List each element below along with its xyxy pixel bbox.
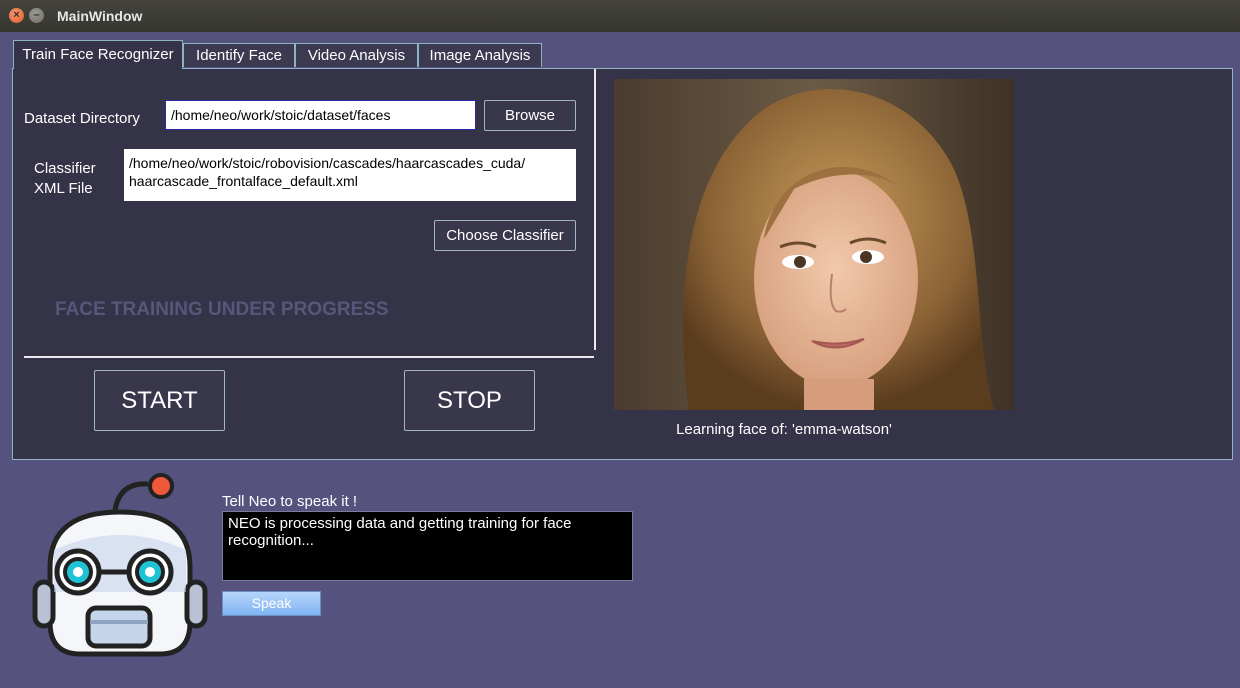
tab-video-analysis[interactable]: Video Analysis xyxy=(295,43,418,67)
minimize-window-button[interactable]: – xyxy=(29,8,44,23)
training-status-text: FACE TRAINING UNDER PROGRESS xyxy=(55,299,389,320)
train-panel: Dataset Directory /home/neo/work/stoic/d… xyxy=(12,68,1233,460)
tab-identify-face[interactable]: Identify Face xyxy=(183,43,295,67)
title-bar: × – MainWindow xyxy=(0,0,1240,32)
dataset-directory-input[interactable]: /home/neo/work/stoic/dataset/faces xyxy=(165,100,476,130)
dataset-directory-label: Dataset Directory xyxy=(24,110,140,127)
close-window-button[interactable]: × xyxy=(9,8,24,23)
classifier-label-line1: Classifier xyxy=(34,160,96,177)
stop-button[interactable]: STOP xyxy=(404,370,535,431)
window-title: MainWindow xyxy=(57,8,143,24)
classifier-label: Classifier XML File xyxy=(34,160,96,197)
choose-classifier-button[interactable]: Choose Classifier xyxy=(434,220,576,251)
start-button[interactable]: START xyxy=(94,370,225,431)
robot-avatar xyxy=(30,472,210,667)
tab-train-face-recognizer[interactable]: Train Face Recognizer xyxy=(13,40,183,69)
face-photo xyxy=(614,79,1014,410)
speak-button[interactable]: Speak xyxy=(222,591,321,616)
classifier-label-line2: XML File xyxy=(34,180,93,197)
speech-text-area[interactable]: NEO is processing data and getting train… xyxy=(222,511,633,581)
horizontal-divider xyxy=(24,356,594,358)
tab-image-analysis[interactable]: Image Analysis xyxy=(418,43,542,67)
classifier-xml-input[interactable]: /home/neo/work/stoic/robovision/cascades… xyxy=(124,149,576,201)
classifier-path-line1: /home/neo/work/stoic/robovision/cascades… xyxy=(129,155,526,171)
vertical-divider xyxy=(594,69,596,350)
speak-prompt-label: Tell Neo to speak it ! xyxy=(222,493,358,510)
browse-button[interactable]: Browse xyxy=(484,100,576,131)
learning-face-caption: Learning face of: 'emma-watson' xyxy=(676,421,892,438)
classifier-path-line2: haarcascade_frontalface_default.xml xyxy=(129,173,358,189)
